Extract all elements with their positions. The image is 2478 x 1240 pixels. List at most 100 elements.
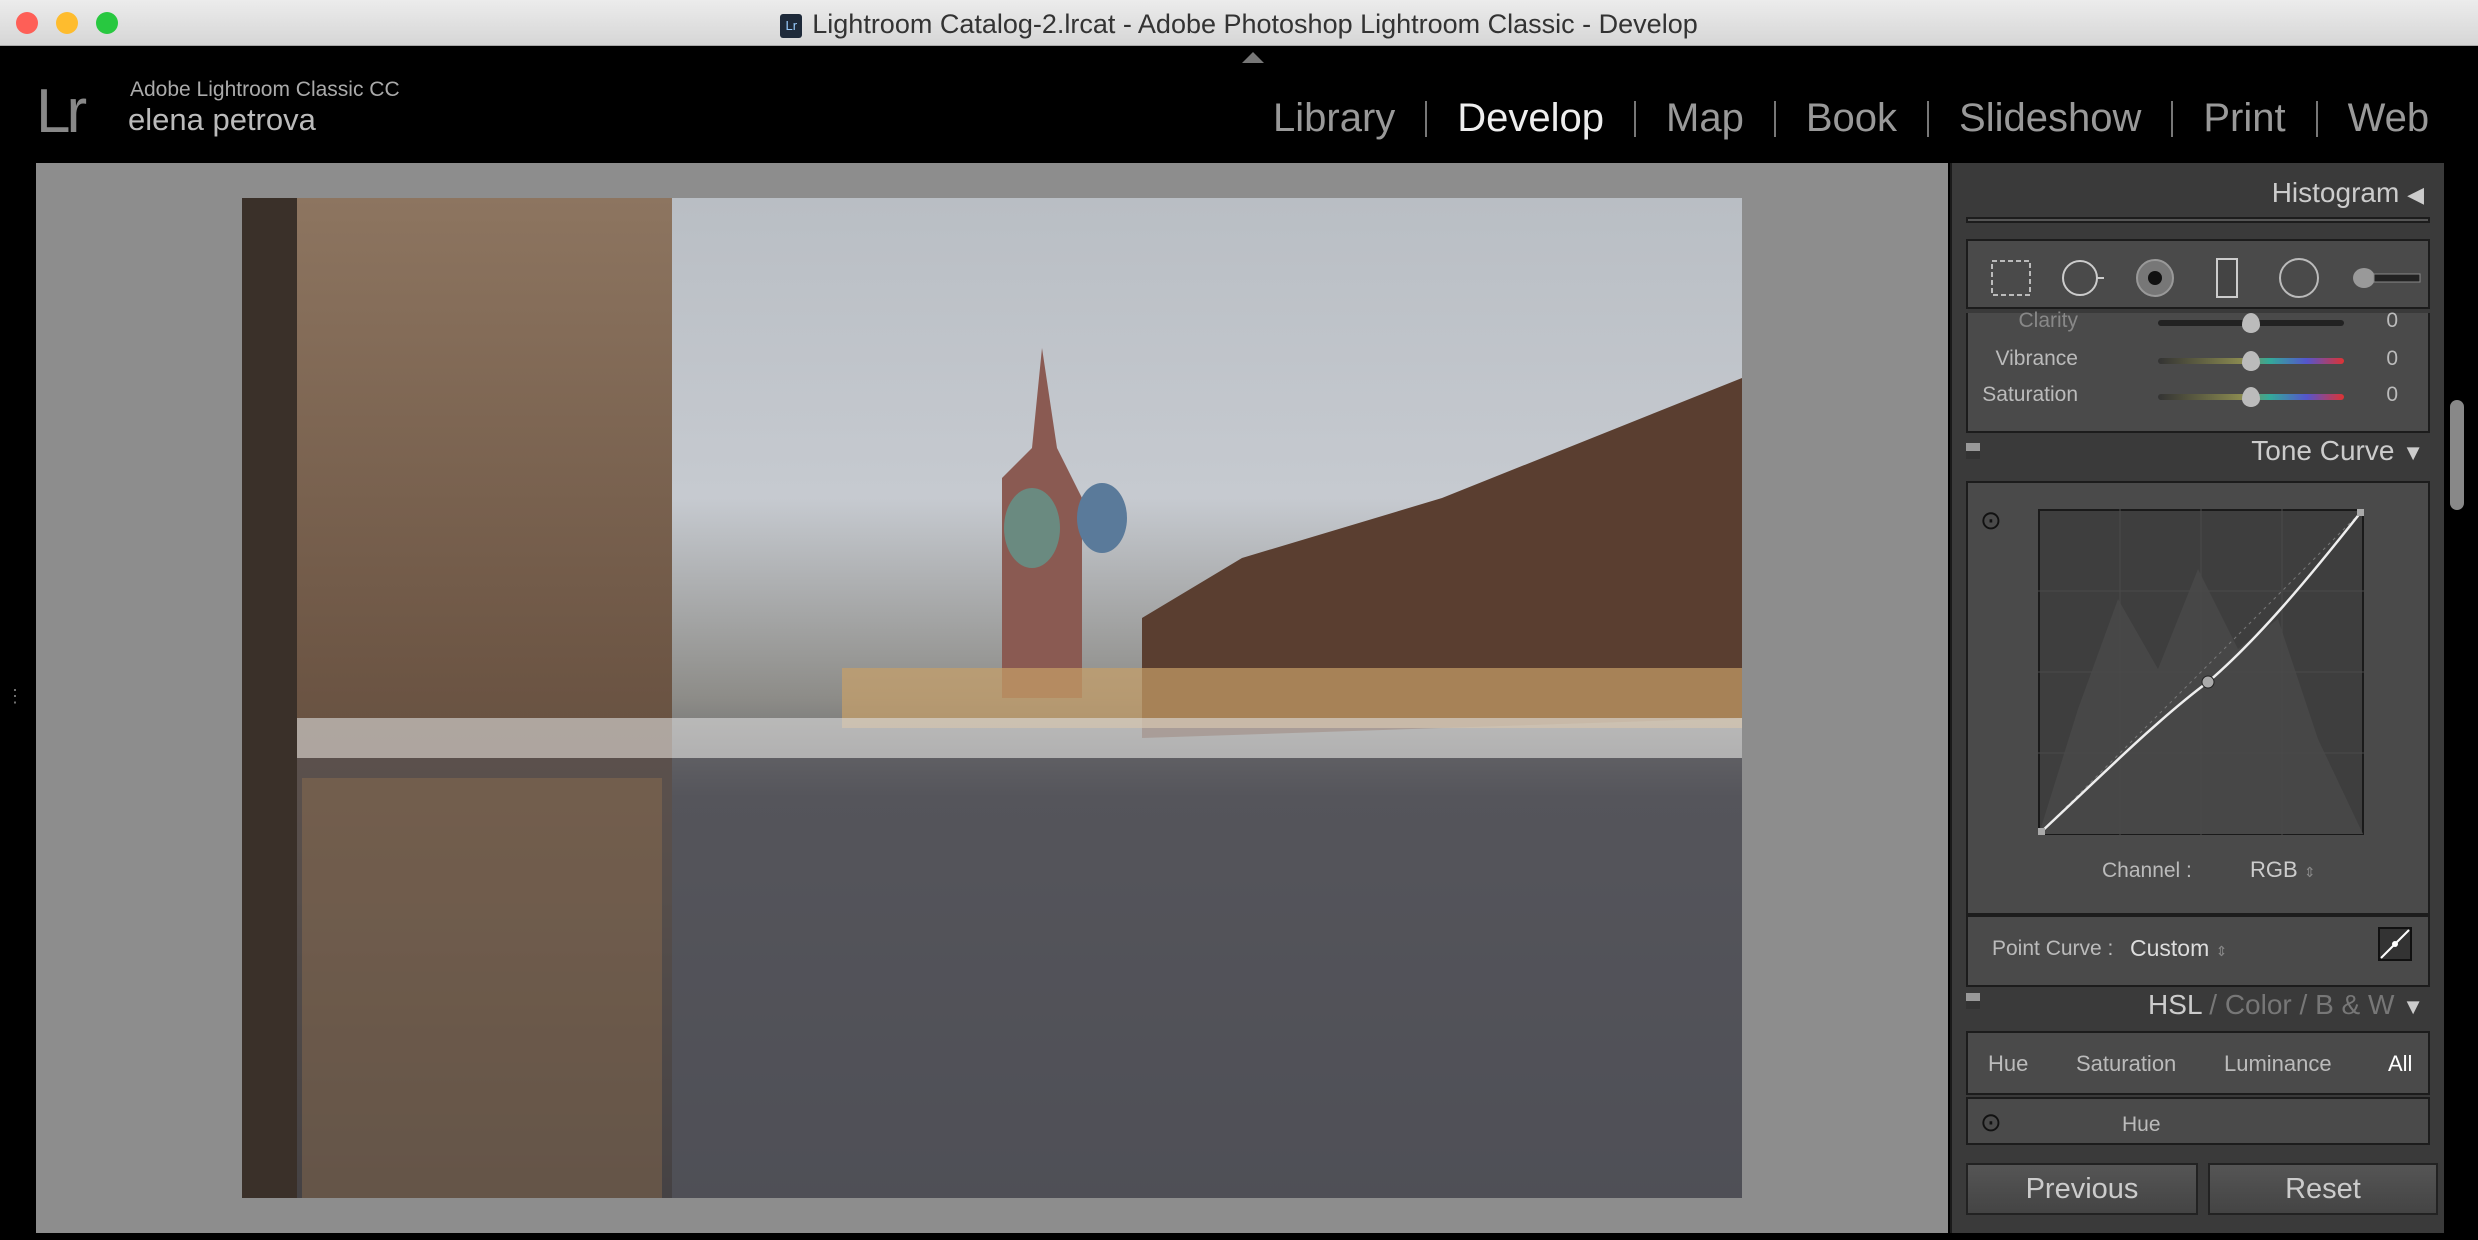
module-develop[interactable]: Develop <box>1457 96 1604 141</box>
vibrance-value[interactable]: 0 <box>2386 347 2398 371</box>
divider: / <box>2299 989 2308 1020</box>
collapse-top-panel-icon[interactable] <box>1242 52 1264 63</box>
lightroom-logo: Lr <box>36 77 87 146</box>
saturation-label: Saturation <box>1982 383 2078 406</box>
lightroom-app-icon: Lr <box>780 13 803 38</box>
histogram-title: Histogram <box>2271 177 2400 208</box>
tab-saturation[interactable]: Saturation <box>2076 1051 2176 1077</box>
collapse-left-triangle-icon: ◀ <box>2407 182 2424 207</box>
tab-hue[interactable]: Hue <box>1988 1051 2028 1077</box>
radial-filter-icon[interactable] <box>2276 255 2322 301</box>
channel-select[interactable]: RGB ⇕ <box>2250 857 2316 883</box>
histogram-collapsed-bar <box>1966 217 2430 223</box>
left-panel-handle-icon[interactable]: ⋮ <box>6 686 24 707</box>
expand-triangle-icon: ▼ <box>2402 994 2424 1019</box>
tone-curve-graph[interactable] <box>2038 509 2364 835</box>
clarity-value[interactable]: 0 <box>2386 309 2398 333</box>
curve-point <box>2038 828 2045 835</box>
tab-all[interactable]: All <box>2388 1051 2412 1077</box>
point-curve-row: Point Curve : Custom ⇕ <box>1966 915 2430 987</box>
hsl-tabs: Hue Saturation Luminance All <box>1966 1031 2430 1095</box>
targeted-adjustment-icon[interactable]: ⊙ <box>1980 505 2002 536</box>
saturation-slider-row: Saturation 0 <box>1982 383 2398 413</box>
previous-button[interactable]: Previous <box>1966 1163 2198 1215</box>
point-curve-value: Custom <box>2130 935 2210 961</box>
hsl-header: HSL / Color / B & W ▼ <box>2148 989 2424 1021</box>
app-name: Adobe Lightroom Classic CC <box>130 78 400 101</box>
identity-plate-header: Lr Adobe Lightroom Classic CC elena petr… <box>0 46 2478 160</box>
reset-button[interactable]: Reset <box>2208 1163 2438 1215</box>
channel-label: Channel : <box>2102 859 2192 882</box>
slider-thumb[interactable] <box>2242 387 2260 407</box>
clarity-label: Clarity <box>2018 309 2078 332</box>
point-curve-select[interactable]: Custom ⇕ <box>2130 935 2227 962</box>
module-picker: Library Develop Map Book Slideshow Print… <box>1273 96 2429 141</box>
tool-strip <box>1966 239 2430 309</box>
user-name: elena petrova <box>128 102 316 137</box>
develop-right-panel: Histogram ◀ Clarity 0 Vibrance 0 Saturatio… <box>1950 163 2444 1233</box>
tab-luminance[interactable]: Luminance <box>2224 1051 2332 1077</box>
curve-point <box>2201 675 2215 689</box>
edit-point-curve-icon[interactable] <box>2378 927 2412 961</box>
hsl-tab[interactable]: HSL <box>2148 989 2201 1020</box>
spot-removal-icon[interactable] <box>2060 255 2106 301</box>
title-bar: Lr Lightroom Catalog-2.lrcat - Adobe Phot… <box>0 0 2478 46</box>
photo-scene <box>242 198 1742 1198</box>
basic-panel-sliders: Clarity 0 Vibrance 0 Saturation 0 <box>1966 309 2430 433</box>
divider: / <box>2209 989 2218 1020</box>
targeted-adjustment-icon[interactable]: ⊙ <box>1980 1107 2002 1138</box>
photo-light-reflection <box>302 778 662 1198</box>
point-curve-label: Point Curve : <box>1992 937 2114 960</box>
divider <box>2315 100 2318 137</box>
saturation-slider[interactable] <box>2158 387 2344 407</box>
module-map[interactable]: Map <box>1666 96 1744 141</box>
window-title: Lr Lightroom Catalog-2.lrcat - Adobe Phot… <box>0 9 2478 40</box>
adjustment-brush-icon[interactable] <box>2348 255 2428 301</box>
tone-curve-header[interactable]: Tone Curve ▼ <box>2251 435 2424 467</box>
photo-dome <box>1077 483 1127 553</box>
saturation-value[interactable]: 0 <box>2386 383 2398 407</box>
module-web[interactable]: Web <box>2348 96 2430 141</box>
red-eye-icon[interactable] <box>2132 255 2178 301</box>
divider <box>1425 100 1428 137</box>
bw-tab[interactable]: B & W <box>2315 989 2394 1020</box>
module-book[interactable]: Book <box>1806 96 1897 141</box>
tone-curve-title: Tone Curve <box>2251 435 2395 466</box>
expand-triangle-icon: ▼ <box>2402 440 2424 465</box>
window-title-text: Lightroom Catalog-2.lrcat - Adobe Photos… <box>812 9 1698 39</box>
vibrance-slider[interactable] <box>2158 351 2344 371</box>
hue-section: ⊙ Hue <box>1966 1097 2430 1145</box>
module-slideshow[interactable]: Slideshow <box>1959 96 2141 141</box>
module-print[interactable]: Print <box>2203 96 2285 141</box>
scrollbar-thumb[interactable] <box>2450 400 2464 510</box>
stepper-arrows-icon: ⇕ <box>2215 943 2228 959</box>
photo-preview[interactable] <box>242 198 1742 1198</box>
hsl-toggle-switch[interactable] <box>1966 993 1980 1009</box>
histogram-header[interactable]: Histogram ◀ <box>2272 177 2424 209</box>
clarity-slider-row: Clarity 0 <box>1998 309 2398 339</box>
photo-dome <box>1004 488 1060 568</box>
vibrance-slider-row: Vibrance 0 <box>1995 347 2398 377</box>
graduated-filter-icon[interactable] <box>2204 255 2250 301</box>
photo-tree-trunk <box>242 198 297 1198</box>
stepper-arrows-icon: ⇕ <box>2303 864 2316 880</box>
module-library[interactable]: Library <box>1273 96 1395 141</box>
photo-snow <box>242 718 1742 758</box>
clarity-slider[interactable] <box>2158 313 2344 333</box>
image-canvas[interactable] <box>36 163 1948 1233</box>
divider <box>1927 100 1930 137</box>
slider-thumb[interactable] <box>2242 313 2260 333</box>
vibrance-label: Vibrance <box>1995 347 2078 370</box>
hue-section-title: Hue <box>2122 1113 2161 1136</box>
divider <box>1773 100 1776 137</box>
channel-value: RGB <box>2250 857 2298 882</box>
tone-curve-panel: ⊙ Channel : RGB ⇕ <box>1966 481 2430 915</box>
divider <box>2171 100 2174 137</box>
slider-thumb[interactable] <box>2242 351 2260 371</box>
divider <box>1634 100 1637 137</box>
crop-overlay-icon[interactable] <box>1988 255 2034 301</box>
tone-curve-toggle-switch[interactable] <box>1966 443 1980 459</box>
panel-scrollbar[interactable] <box>2448 163 2468 1233</box>
color-tab[interactable]: Color <box>2225 989 2292 1020</box>
curve-point <box>2357 509 2364 516</box>
